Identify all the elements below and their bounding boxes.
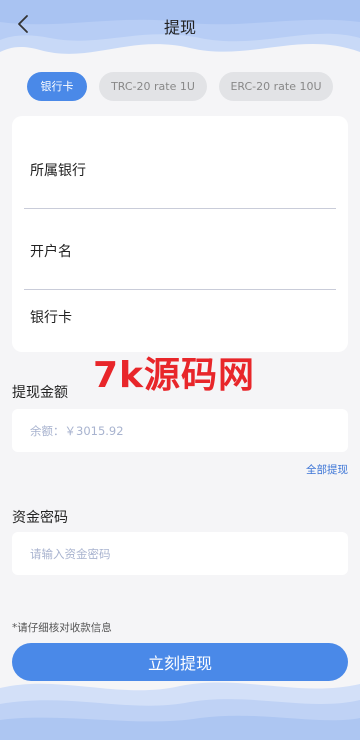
fund-password-input[interactable] [12,532,348,575]
amount-input-box [12,409,348,452]
divider [24,289,336,290]
page-title: 提现 [163,18,196,37]
card-number-field[interactable]: 银行卡 [30,307,72,327]
withdraw-all-link[interactable]: 全部提现 [306,462,348,477]
tab-trc20[interactable]: TRC-20 rate 1U [99,72,207,101]
watermark-text: 7k源码网 [93,355,255,396]
bank-info-card: 所属银行 开户名 银行卡 [12,116,348,352]
amount-label: 提现金额 [12,385,68,401]
divider [24,208,336,209]
withdraw-method-tabs: 银行卡 TRC-20 rate 1U ERC-20 rate 10U [27,72,333,101]
verify-notice: *请仔细核对收款信息 [12,622,112,634]
account-name-field[interactable]: 开户名 [30,241,72,261]
bank-name-field[interactable]: 所属银行 [30,160,86,180]
tab-bank-card[interactable]: 银行卡 [27,72,87,101]
password-input-box [12,532,348,575]
tab-erc20[interactable]: ERC-20 rate 10U [219,72,333,101]
amount-input[interactable] [12,409,348,452]
header-bar: 提现 [0,0,360,50]
submit-withdraw-button[interactable]: 立刻提现 [12,643,348,681]
password-label: 资金密码 [12,510,68,526]
